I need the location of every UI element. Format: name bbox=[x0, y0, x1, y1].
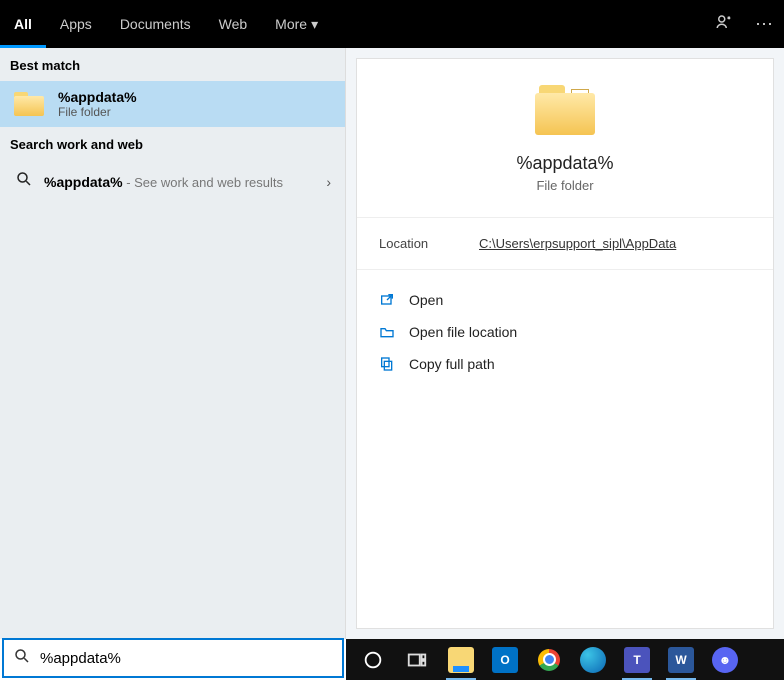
teams-icon: T bbox=[624, 647, 650, 673]
edge-icon bbox=[580, 647, 606, 673]
more-options-icon[interactable]: ⋯ bbox=[744, 14, 784, 35]
web-result[interactable]: %appdata% - See work and web results › bbox=[0, 160, 345, 203]
search-input[interactable] bbox=[40, 650, 342, 667]
file-explorer-icon bbox=[448, 647, 474, 673]
taskbar-cortana[interactable] bbox=[352, 640, 394, 680]
location-path[interactable]: C:\Users\erpsupport_sipl\AppData bbox=[479, 236, 676, 251]
section-work-web: Search work and web bbox=[0, 127, 345, 160]
search-filter-tabbar: All Apps Documents Web More▾ ⋯ bbox=[0, 0, 784, 48]
chrome-icon bbox=[538, 649, 560, 671]
search-icon bbox=[14, 170, 34, 193]
taskbar: O T W ☻ bbox=[346, 639, 784, 680]
location-label: Location bbox=[379, 236, 479, 251]
taskbar-edge[interactable] bbox=[572, 640, 614, 680]
web-result-suffix: - See work and web results bbox=[123, 175, 283, 190]
chevron-right-icon: › bbox=[326, 174, 331, 190]
preview-subtitle: File folder bbox=[536, 178, 593, 193]
taskbar-chrome[interactable] bbox=[528, 640, 570, 680]
word-icon: W bbox=[668, 647, 694, 673]
action-copy-path[interactable]: Copy full path bbox=[379, 348, 751, 380]
folder-icon bbox=[14, 90, 48, 118]
search-box[interactable] bbox=[2, 638, 344, 678]
tab-documents[interactable]: Documents bbox=[106, 0, 205, 48]
chevron-down-icon: ▾ bbox=[311, 0, 318, 48]
folder-large-icon bbox=[535, 85, 595, 135]
preview-title: %appdata% bbox=[516, 153, 613, 174]
section-best-match: Best match bbox=[0, 48, 345, 81]
web-result-query: %appdata% bbox=[44, 174, 123, 190]
feedback-icon[interactable] bbox=[704, 13, 744, 36]
folder-open-icon bbox=[379, 324, 395, 340]
taskbar-teams[interactable]: T bbox=[616, 640, 658, 680]
taskbar-discord[interactable]: ☻ bbox=[704, 640, 746, 680]
tab-web[interactable]: Web bbox=[205, 0, 262, 48]
taskbar-outlook[interactable]: O bbox=[484, 640, 526, 680]
best-match-result[interactable]: %appdata% File folder bbox=[0, 81, 345, 127]
open-icon bbox=[379, 292, 395, 308]
taskbar-file-explorer[interactable] bbox=[440, 640, 482, 680]
location-row: Location C:\Users\erpsupport_sipl\AppDat… bbox=[357, 218, 773, 270]
tab-apps[interactable]: Apps bbox=[46, 0, 106, 48]
action-open[interactable]: Open bbox=[379, 284, 751, 316]
result-title: %appdata% bbox=[58, 89, 137, 105]
copy-icon bbox=[379, 356, 395, 372]
tab-more[interactable]: More▾ bbox=[261, 0, 332, 48]
taskbar-taskview[interactable] bbox=[396, 640, 438, 680]
search-icon bbox=[4, 647, 40, 670]
results-pane: Best match %appdata% File folder Search … bbox=[0, 48, 346, 639]
tab-all[interactable]: All bbox=[0, 0, 46, 48]
result-subtitle: File folder bbox=[58, 105, 137, 119]
preview-pane: %appdata% File folder Location C:\Users\… bbox=[346, 48, 784, 639]
discord-icon: ☻ bbox=[712, 647, 738, 673]
taskbar-word[interactable]: W bbox=[660, 640, 702, 680]
outlook-icon: O bbox=[492, 647, 518, 673]
action-open-location[interactable]: Open file location bbox=[379, 316, 751, 348]
